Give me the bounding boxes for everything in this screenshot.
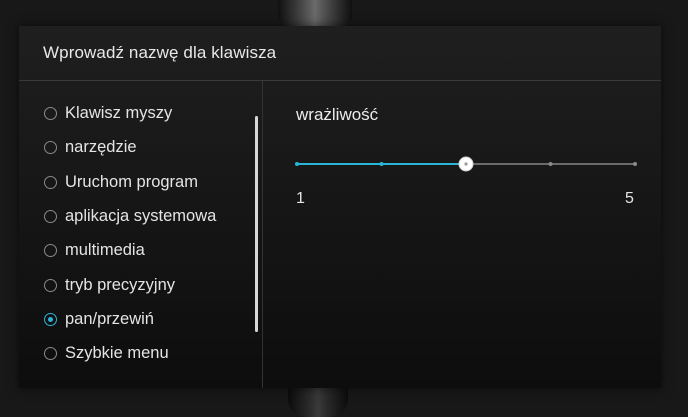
- list-scrollbar[interactable]: [255, 116, 258, 332]
- option-tool[interactable]: narzędzie: [44, 135, 137, 159]
- option-label: multimedia: [65, 240, 145, 259]
- radio-icon[interactable]: [44, 106, 57, 120]
- option-multimedia[interactable]: multimedia: [44, 238, 145, 262]
- radio-icon[interactable]: [44, 346, 57, 360]
- option-precision-mode[interactable]: tryb precyzyjny: [44, 273, 175, 297]
- option-label: Szybkie menu: [65, 343, 169, 362]
- option-pan-scroll[interactable]: pan/przewiń: [44, 307, 154, 331]
- pen-body-bottom: [288, 388, 348, 417]
- panel-divider: [262, 81, 263, 388]
- option-quick-menu[interactable]: Szybkie menu: [44, 341, 169, 365]
- slider-tick: [548, 162, 553, 166]
- radio-icon[interactable]: [44, 140, 57, 154]
- function-type-list: Klawisz myszy narzędzie Uruchom program …: [19, 81, 262, 388]
- pen-body-top: [278, 0, 352, 26]
- option-label: pan/przewiń: [65, 309, 154, 328]
- radio-icon[interactable]: [44, 243, 57, 257]
- option-label: tryb precyzyjny: [65, 275, 176, 294]
- slider-max-label: 5: [625, 190, 634, 207]
- slider-thumb-dot: [464, 162, 468, 166]
- option-label: narzędzie: [65, 137, 137, 156]
- radio-icon[interactable]: [44, 175, 57, 189]
- slider-min-label: 1: [296, 190, 305, 207]
- dialog-title: Wprowadź nazwę dla klawisza: [43, 43, 277, 62]
- radio-icon[interactable]: [44, 209, 57, 223]
- slider-graphic: [295, 156, 637, 172]
- radio-icon[interactable]: [44, 278, 57, 292]
- slider-tick: [295, 162, 299, 166]
- radio-checked-icon[interactable]: [44, 312, 57, 326]
- key-name-dialog: Wprowadź nazwę dla klawisza Klawisz mysz…: [19, 26, 661, 388]
- option-run-program[interactable]: Uruchom program: [44, 170, 198, 194]
- sensitivity-label: wrażliwość: [296, 105, 379, 124]
- slider-tick: [379, 162, 384, 166]
- option-label: Klawisz myszy: [65, 103, 173, 122]
- slider-tick: [633, 162, 637, 166]
- option-label: Uruchom program: [65, 172, 198, 191]
- option-mouse-key[interactable]: Klawisz myszy: [44, 101, 172, 125]
- sensitivity-slider[interactable]: [295, 155, 637, 173]
- option-label: aplikacja systemowa: [65, 206, 217, 225]
- option-system-app[interactable]: aplikacja systemowa: [44, 204, 216, 228]
